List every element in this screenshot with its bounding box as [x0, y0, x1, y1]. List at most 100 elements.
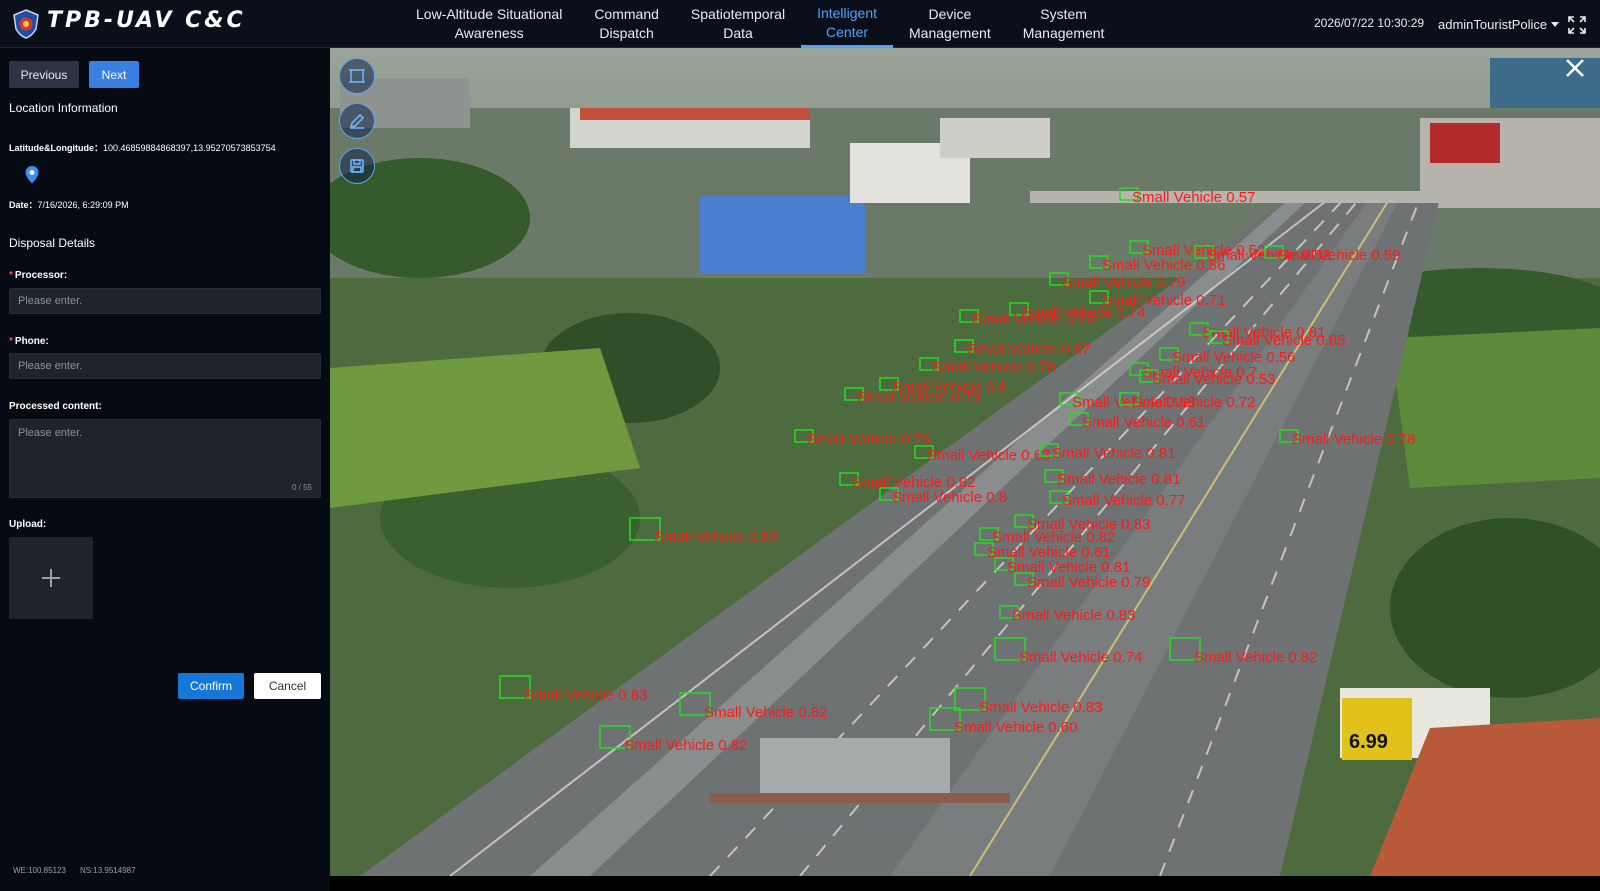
detection-label: Small Vehicle 0.83: [1012, 607, 1135, 624]
detection-15: Small Vehicle 0.53: [1139, 369, 1275, 388]
detection-25: Small Vehicle 0.81: [1044, 469, 1180, 488]
billboard-price: 6.99: [1349, 731, 1388, 753]
detection-13: Small Vehicle 0.78: [919, 357, 1055, 376]
detection-33: Small Vehicle 0.79: [1014, 572, 1150, 591]
processed-content-placeholder: Please enter.: [18, 427, 83, 439]
detection-34: Small Vehicle 0.83: [999, 605, 1135, 624]
date-value: 7/16/2026, 6:29:09 PM: [37, 200, 129, 210]
next-button[interactable]: Next: [89, 61, 139, 88]
header-clock: 2026/07/22 10:30:29: [1314, 16, 1425, 30]
detection-21: Small Vehicle 0.76: [794, 429, 930, 448]
processed-content-label: Processed content:: [9, 401, 102, 412]
latlng-label: Latitude&Longitude：: [9, 143, 103, 153]
top-header: TPB-UAV C&C Low-Altitude Situational Awa…: [0, 0, 1600, 48]
brand-title: TPB-UAV C&C: [47, 8, 246, 33]
detection-22: Small Vehicle 0.78: [1279, 429, 1415, 448]
detection-23: Small Vehicle 0.63: [914, 445, 1050, 464]
disposal-details-title: Disposal Details: [9, 236, 96, 250]
location-pin-icon[interactable]: [25, 166, 39, 184]
detection-label: Small Vehicle 0.53: [1152, 371, 1275, 388]
detection-label: Small Vehicle 0.74: [1019, 649, 1142, 666]
date-row: Date：7/16/2026, 6:29:09 PM: [9, 198, 129, 211]
processor-input[interactable]: Please enter.: [9, 288, 321, 314]
upload-label: Upload:: [9, 519, 47, 530]
detection-26: Small Vehicle 0.77: [1049, 490, 1185, 509]
detection-19: Small Vehicle 0.72: [1119, 392, 1255, 411]
draw-pen-tool[interactable]: [339, 103, 375, 139]
detection-0: Small Vehicle 0.57: [1119, 187, 1255, 206]
coord-ns: NS:13.9514987: [79, 866, 136, 875]
processor-label: * Processor:: [9, 270, 68, 281]
detection-label: Small Vehicle 0.78: [932, 359, 1055, 376]
nav-spatiotemporal-data[interactable]: Spatiotemporal Data: [675, 0, 801, 48]
detection-label: Small Vehicle 0.82: [624, 737, 747, 754]
detection-11: Small Vehicle 0.87: [954, 339, 1090, 358]
disposal-panel: Previous Next Location Information Latit…: [0, 48, 330, 891]
fullscreen-icon[interactable]: [1568, 16, 1586, 34]
detection-label: Small Vehicle 0.79: [857, 389, 980, 406]
nav-intelligent-center[interactable]: Intelligent Center: [801, 0, 894, 48]
detection-17: Small Vehicle 0.79: [844, 387, 980, 406]
latlng-value: 100.46859884868397,13.95270573853754: [103, 143, 276, 153]
map-coordinates: WE:100.85123 NS:13.9514987: [13, 866, 136, 875]
detection-label: Small Vehicle 0.74: [972, 311, 1095, 328]
detection-20: Small Vehicle 0.61: [1069, 412, 1205, 431]
detection-8: Small Vehicle 0.74: [959, 309, 1095, 328]
date-label: Date：: [9, 200, 38, 210]
detection-label: Small Vehicle 0.83: [654, 529, 777, 546]
draw-pen-icon: [349, 113, 365, 129]
char-counter: 0 / 55: [291, 483, 312, 492]
detection-label: Small Vehicle 0.83: [524, 687, 647, 704]
detection-label: Small Vehicle 0.76: [807, 431, 930, 448]
nav-device-management[interactable]: Device Management: [893, 0, 1007, 48]
video-bottom-strip: [330, 876, 1600, 891]
detection-label: Small Vehicle 0.56: [1102, 257, 1225, 274]
detection-label: Small Vehicle 0.79: [1027, 574, 1150, 591]
cancel-button[interactable]: Cancel: [254, 673, 321, 699]
nav-system-management[interactable]: System Management: [1007, 0, 1121, 48]
detection-label: Small Vehicle 0.8: [892, 489, 1007, 506]
detection-label: Small Vehicle 0.61: [1082, 414, 1205, 431]
detection-24: Small Vehicle 0.81: [1039, 443, 1175, 462]
upload-button[interactable]: [9, 537, 93, 619]
detection-label: Small Vehicle 0.81: [1052, 445, 1175, 462]
detection-label: Small Vehicle 0.59: [1277, 247, 1400, 264]
location-info-title: Location Information: [9, 101, 118, 115]
nav-command-dispatch[interactable]: Command Dispatch: [578, 0, 675, 48]
previous-button[interactable]: Previous: [9, 61, 79, 88]
detection-4: Small Vehicle 0.56: [1089, 255, 1225, 274]
nav-low-altitude-awareness[interactable]: Low-Altitude Situational Awareness: [400, 0, 578, 48]
detection-label: Small Vehicle 0.78: [1292, 431, 1415, 448]
detection-label: Small Vehicle 0.85: [1222, 332, 1345, 349]
aerial-highway-scene: 6.99 Small Vehicle 0.57 Small Vehicle 0.5…: [330, 48, 1600, 876]
save-icon: [350, 159, 364, 173]
save-tool[interactable]: [339, 148, 375, 184]
detection-5: Small Vehicle 0.79: [1049, 272, 1185, 291]
plus-icon: [42, 569, 60, 587]
caret-down-icon: [1551, 22, 1560, 27]
coord-we: WE:100.85123: [13, 866, 66, 875]
main-nav: Low-Altitude Situational Awareness Comma…: [400, 0, 1120, 48]
processed-content-textarea[interactable]: Please enter. 0 / 55: [9, 419, 321, 498]
detection-label: Small Vehicle 0.87: [967, 341, 1090, 358]
detection-3: Small Vehicle 0.59: [1264, 245, 1400, 264]
detection-label: Small Vehicle 0.63: [927, 447, 1050, 464]
detection-label: Small Vehicle 0.60: [954, 719, 1077, 736]
phone-input[interactable]: Please enter.: [9, 353, 321, 379]
detection-label: Small Vehicle 0.81: [1057, 471, 1180, 488]
detection-label: Small Vehicle 0.82: [704, 704, 827, 721]
shield-logo-icon: [13, 9, 39, 39]
phone-label: * Phone:: [9, 336, 49, 347]
confirm-button[interactable]: Confirm: [178, 673, 244, 699]
select-frame-icon: [349, 69, 365, 83]
user-name: adminTouristPolice: [1438, 17, 1548, 32]
detection-label: Small Vehicle 0.82: [1194, 649, 1317, 666]
select-frame-tool[interactable]: [339, 58, 375, 94]
user-menu[interactable]: adminTouristPolice: [1438, 17, 1560, 32]
detection-label: Small Vehicle 0.72: [1132, 394, 1255, 411]
drone-video-feed[interactable]: 6.99 Small Vehicle 0.57 Small Vehicle 0.5…: [330, 48, 1600, 876]
latlng-row: Latitude&Longitude：100.46859884868397,13…: [9, 141, 276, 154]
detection-10: Small Vehicle 0.85: [1209, 330, 1345, 349]
detection-28: Small Vehicle 0.8: [879, 487, 1007, 506]
close-icon[interactable]: [1564, 57, 1586, 79]
